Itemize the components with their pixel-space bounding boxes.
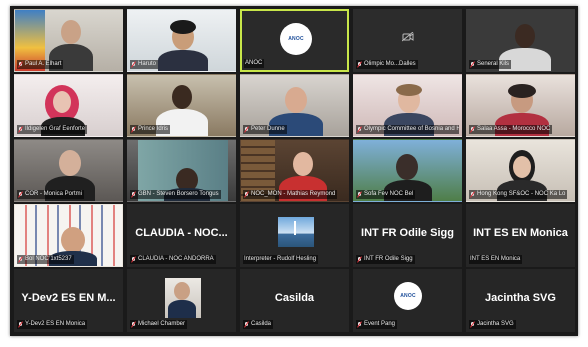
participant-name-label: Interpreter - Rudolf Hesling	[243, 255, 319, 264]
participant-name-label: Jacintha SVG	[469, 320, 516, 329]
participant-tile[interactable]: Sofa Fev NOC Bel	[353, 139, 462, 202]
muted-mic-icon	[357, 191, 362, 198]
participant-tile[interactable]: Y-Dev2 ES EN M... Y-Dev2 ES EN Monica	[14, 269, 123, 332]
participant-name-label: Olympic Committee of Bosnia and H...	[356, 125, 459, 134]
participant-name-label: Hong Kong SF&OC - NOC Ka Lo	[469, 190, 568, 199]
muted-mic-icon	[131, 191, 136, 198]
muted-mic-icon	[357, 321, 362, 328]
muted-mic-icon	[18, 256, 23, 263]
participant-tile[interactable]: Peter Dunne	[240, 74, 349, 137]
muted-mic-icon	[131, 321, 136, 328]
participant-display-name: CLAUDIA - NOC...	[135, 227, 228, 239]
muted-mic-icon	[357, 61, 362, 68]
participant-tile[interactable]: Paul A. Elhart	[14, 9, 123, 72]
muted-mic-icon	[18, 61, 23, 68]
participant-name-label: Y-Dev2 ES EN Monica	[17, 320, 88, 329]
participant-tile[interactable]: Prince Idris	[127, 74, 236, 137]
participant-name-label: Paul A. Elhart	[17, 60, 64, 69]
participant-name-label: Peter Dunne	[243, 125, 287, 134]
participant-grid: Paul A. Elhart Haruto ANOC ANOC Olimpic …	[14, 9, 575, 332]
participant-name-label: GBN - Steven Borsero Tongus	[130, 190, 221, 199]
participant-tile[interactable]: NOC_MON - Mathias Reymond	[240, 139, 349, 202]
participant-name-label: Sofa Fev NOC Bel	[356, 190, 416, 199]
muted-mic-icon	[357, 126, 362, 133]
participant-tile[interactable]: Casilda Casilda	[240, 269, 349, 332]
participant-name-label: ANOC	[244, 59, 265, 68]
participant-tile[interactable]: CLAUDIA - NOC... CLAUDIA - NOC ANDORRA	[127, 204, 236, 267]
participant-tile[interactable]: Salaa Assa - Morocco NOC	[466, 74, 575, 137]
participant-tile[interactable]: Interpreter - Rudolf Hesling	[240, 204, 349, 267]
participant-display-name: INT FR Odile Sigg	[361, 227, 454, 239]
muted-mic-icon	[470, 126, 475, 133]
participant-name-label: Event Pang	[356, 320, 398, 329]
muted-mic-icon	[18, 191, 23, 198]
anoc-logo: ANOC	[394, 282, 422, 310]
muted-mic-icon	[357, 256, 362, 263]
video-gallery-window: Paul A. Elhart Haruto ANOC ANOC Olimpic …	[10, 6, 578, 336]
participant-tile[interactable]: Jacintha SVG Jacintha SVG	[466, 269, 575, 332]
participant-tile[interactable]: INT FR Odile Sigg INT FR Odile Sigg	[353, 204, 462, 267]
participant-display-name: Casilda	[274, 292, 315, 304]
participant-display-name: Jacintha SVG	[485, 292, 556, 304]
muted-mic-icon	[131, 126, 136, 133]
participant-tile[interactable]: Olimpic Mo...Dalles	[353, 9, 462, 72]
muted-mic-icon	[470, 191, 475, 198]
participant-tile[interactable]: Haruto	[127, 9, 236, 72]
participant-tile-active-speaker[interactable]: ANOC ANOC	[240, 9, 349, 72]
muted-mic-icon	[131, 61, 136, 68]
participant-name-label: CLAUDIA - NOC ANDORRA	[130, 255, 216, 264]
muted-mic-icon	[244, 321, 249, 328]
participant-tile[interactable]: Hong Kong SF&OC - NOC Ka Lo	[466, 139, 575, 202]
participant-name-label: Salaa Assa - Morocco NOC	[469, 125, 553, 134]
muted-mic-icon	[131, 256, 136, 263]
participant-tile[interactable]: Ildigelen Graf Eenforte	[14, 74, 123, 137]
participant-display-name: INT ES EN Monica	[473, 227, 568, 239]
participant-name-label: Olimpic Mo...Dalles	[356, 60, 418, 69]
participant-tile[interactable]: ANOC Event Pang	[353, 269, 462, 332]
muted-mic-icon	[470, 321, 475, 328]
participant-name-label: COR - Monica Portmi	[17, 190, 85, 199]
muted-mic-icon	[244, 191, 249, 198]
participant-tile[interactable]: INT ES EN Monica INT ES EN Monica	[466, 204, 575, 267]
participant-name-label: Haruto	[130, 60, 159, 69]
participant-tile[interactable]: Seneral Kils	[466, 9, 575, 72]
participant-name-label: Michael Chamber	[130, 320, 188, 329]
muted-mic-icon	[470, 61, 475, 68]
participant-name-label: Seneral Kils	[469, 60, 512, 69]
participant-name-label: Casilda	[243, 320, 274, 329]
participant-tile[interactable]: Michael Chamber	[127, 269, 236, 332]
participant-name-label: Ildigelen Graf Eenforte	[17, 125, 88, 134]
participant-name-label: Bol NOC 1xt5237	[17, 255, 74, 264]
muted-mic-icon	[18, 126, 23, 133]
participant-tile[interactable]: GBN - Steven Borsero Tongus	[127, 139, 236, 202]
participant-tile[interactable]: COR - Monica Portmi	[14, 139, 123, 202]
participant-tile[interactable]: Bol NOC 1xt5237	[14, 204, 123, 267]
muted-mic-icon	[244, 126, 249, 133]
participant-name-label: INT FR Odile Sigg	[356, 255, 415, 264]
participant-name-label: Prince Idris	[130, 125, 171, 134]
anoc-logo: ANOC	[280, 23, 312, 55]
participant-name-label: INT ES EN Monica	[469, 255, 523, 264]
muted-mic-icon	[18, 321, 23, 328]
camera-off-icon	[402, 32, 414, 42]
participant-display-name: Y-Dev2 ES EN M...	[21, 292, 116, 304]
participant-name-label: NOC_MON - Mathias Reymond	[243, 190, 338, 199]
participant-tile[interactable]: Olympic Committee of Bosnia and H...	[353, 74, 462, 137]
